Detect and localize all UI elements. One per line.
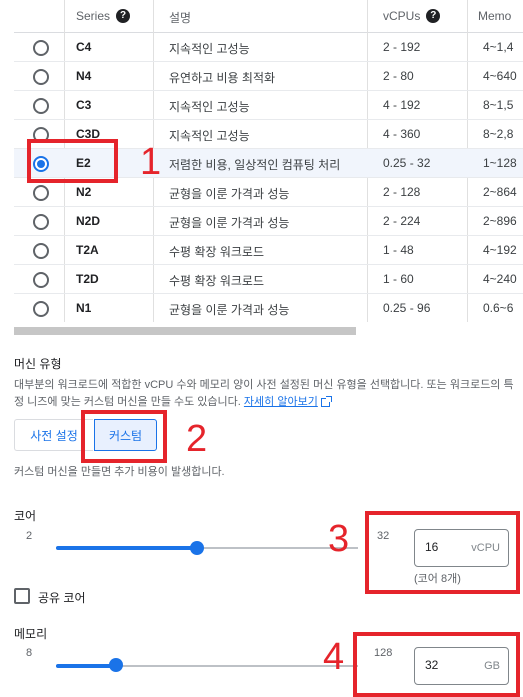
table-row[interactable]: N4 유연하고 비용 최적화 2 - 80 4~640 bbox=[14, 62, 523, 91]
series-memory: 0.6~6 bbox=[483, 301, 514, 315]
shared-core-checkbox[interactable] bbox=[14, 588, 30, 604]
header-memory-label: Memo bbox=[478, 9, 512, 23]
machine-type-title: 머신 유형 bbox=[14, 357, 62, 371]
series-memory: 8~1,5 bbox=[483, 98, 514, 112]
series-vcpus: 1 - 48 bbox=[383, 243, 414, 257]
series-description: 지속적인 고성능 bbox=[169, 100, 250, 114]
series-memory: 4~640 bbox=[483, 69, 517, 83]
series-name: N4 bbox=[76, 69, 92, 83]
series-name: T2A bbox=[76, 243, 99, 257]
annotation-number-2: 2 bbox=[186, 418, 208, 460]
annotation-box-3 bbox=[365, 511, 520, 594]
external-link-icon bbox=[320, 395, 332, 407]
custom-cost-note: 커스텀 머신을 만들면 추가 비용이 발생합니다. bbox=[14, 466, 225, 478]
annotation-number-3: 3 bbox=[328, 518, 350, 560]
series-name: N1 bbox=[76, 301, 92, 315]
scrollbar-thumb[interactable] bbox=[14, 327, 356, 335]
series-name: C4 bbox=[76, 40, 92, 54]
series-description: 수평 확장 워크로드 bbox=[169, 274, 264, 288]
table-row[interactable]: N2D 균형을 이룬 가격과 성능 2 - 224 2~896 bbox=[14, 207, 523, 236]
series-vcpus: 2 - 224 bbox=[383, 214, 421, 228]
series-radio[interactable] bbox=[33, 40, 49, 56]
series-memory: 2~864 bbox=[483, 185, 517, 199]
series-name: T2D bbox=[76, 272, 99, 286]
series-description: 균형을 이룬 가격과 성능 bbox=[169, 303, 290, 317]
series-description: 지속적인 고성능 bbox=[169, 129, 250, 143]
series-memory: 2~896 bbox=[483, 214, 517, 228]
series-description: 저렴한 비용, 일상적인 컴퓨팅 처리 bbox=[169, 158, 341, 172]
series-description: 유연하고 비용 최적화 bbox=[169, 71, 276, 85]
series-memory: 1~128 bbox=[483, 156, 517, 170]
series-vcpus: 1 - 60 bbox=[383, 272, 414, 286]
annotation-number-4: 4 bbox=[323, 636, 345, 678]
series-name: N2 bbox=[76, 185, 92, 199]
series-vcpus: 2 - 192 bbox=[383, 40, 421, 54]
series-name: C3 bbox=[76, 98, 92, 112]
header-series: Series ? bbox=[76, 9, 131, 23]
annotation-box-2 bbox=[81, 410, 167, 463]
series-vcpus: 0.25 - 32 bbox=[383, 156, 431, 170]
learn-more-link[interactable]: 자세히 알아보기 bbox=[244, 396, 318, 408]
series-radio[interactable] bbox=[33, 69, 49, 85]
header-vcpus: vCPUs ? bbox=[383, 9, 441, 23]
series-vcpus: 4 - 360 bbox=[383, 127, 421, 141]
table-row[interactable]: N1 균형을 이룬 가격과 성능 0.25 - 96 0.6~6 bbox=[14, 294, 523, 322]
series-radio[interactable] bbox=[33, 185, 49, 201]
learn-more-label: 자세히 알아보기 bbox=[243, 396, 318, 408]
series-vcpus: 4 - 192 bbox=[383, 98, 421, 112]
table-row[interactable]: T2A 수평 확장 워크로드 1 - 48 4~192 bbox=[14, 236, 523, 265]
horizontal-scrollbar[interactable] bbox=[14, 326, 523, 336]
memory-slider-fill bbox=[56, 664, 117, 668]
help-icon[interactable]: ? bbox=[426, 9, 441, 23]
table-header: Series ? 설명 vCPUs ? Memo bbox=[14, 0, 523, 33]
series-radio[interactable] bbox=[33, 301, 49, 317]
header-memory: Memo bbox=[478, 9, 511, 23]
series-memory: 4~1,4 bbox=[483, 40, 514, 54]
series-radio[interactable] bbox=[33, 243, 49, 259]
shared-core-label: 공유 코어 bbox=[38, 591, 86, 605]
series-memory: 8~2,8 bbox=[483, 127, 514, 141]
machine-type-description: 대부분의 워크로드에 적합한 vCPU 수와 메모리 양이 사전 설정된 머신 … bbox=[14, 377, 514, 411]
cores-slider-fill bbox=[56, 546, 198, 550]
annotation-box-4 bbox=[353, 632, 520, 697]
series-name: N2D bbox=[76, 214, 101, 228]
memory-min: 8 bbox=[26, 647, 33, 659]
help-icon[interactable]: ? bbox=[116, 9, 131, 23]
series-memory: 4~192 bbox=[483, 243, 517, 257]
header-desc-label: 설명 bbox=[169, 11, 192, 25]
cores-min: 2 bbox=[26, 530, 33, 542]
series-description: 균형을 이룬 가격과 성능 bbox=[169, 216, 290, 230]
memory-slider-thumb[interactable] bbox=[109, 658, 124, 672]
cores-slider-thumb[interactable] bbox=[190, 541, 205, 555]
series-vcpus: 2 - 80 bbox=[383, 69, 414, 83]
header-series-label: Series bbox=[76, 9, 111, 23]
table-row[interactable]: T2D 수평 확장 워크로드 1 - 60 4~240 bbox=[14, 265, 523, 294]
cores-label: 코어 bbox=[14, 509, 37, 523]
series-radio[interactable] bbox=[33, 214, 49, 230]
series-vcpus: 0.25 - 96 bbox=[383, 301, 431, 315]
table-row[interactable]: C4 지속적인 고성능 2 - 192 4~1,4 bbox=[14, 33, 523, 62]
series-radio[interactable] bbox=[33, 272, 49, 288]
table-row[interactable]: C3 지속적인 고성능 4 - 192 8~1,5 bbox=[14, 91, 523, 120]
series-description: 수평 확장 워크로드 bbox=[169, 245, 264, 259]
memory-label: 메모리 bbox=[14, 627, 48, 641]
annotation-number-1: 1 bbox=[140, 141, 162, 183]
series-description: 지속적인 고성능 bbox=[169, 42, 250, 56]
header-vcpus-label: vCPUs bbox=[383, 9, 421, 23]
annotation-box-1 bbox=[27, 139, 118, 183]
series-description: 균형을 이룬 가격과 성능 bbox=[169, 187, 290, 201]
series-memory: 4~240 bbox=[483, 272, 517, 286]
series-vcpus: 2 - 128 bbox=[383, 185, 421, 199]
series-radio[interactable] bbox=[33, 98, 49, 114]
header-desc: 설명 bbox=[169, 9, 191, 26]
